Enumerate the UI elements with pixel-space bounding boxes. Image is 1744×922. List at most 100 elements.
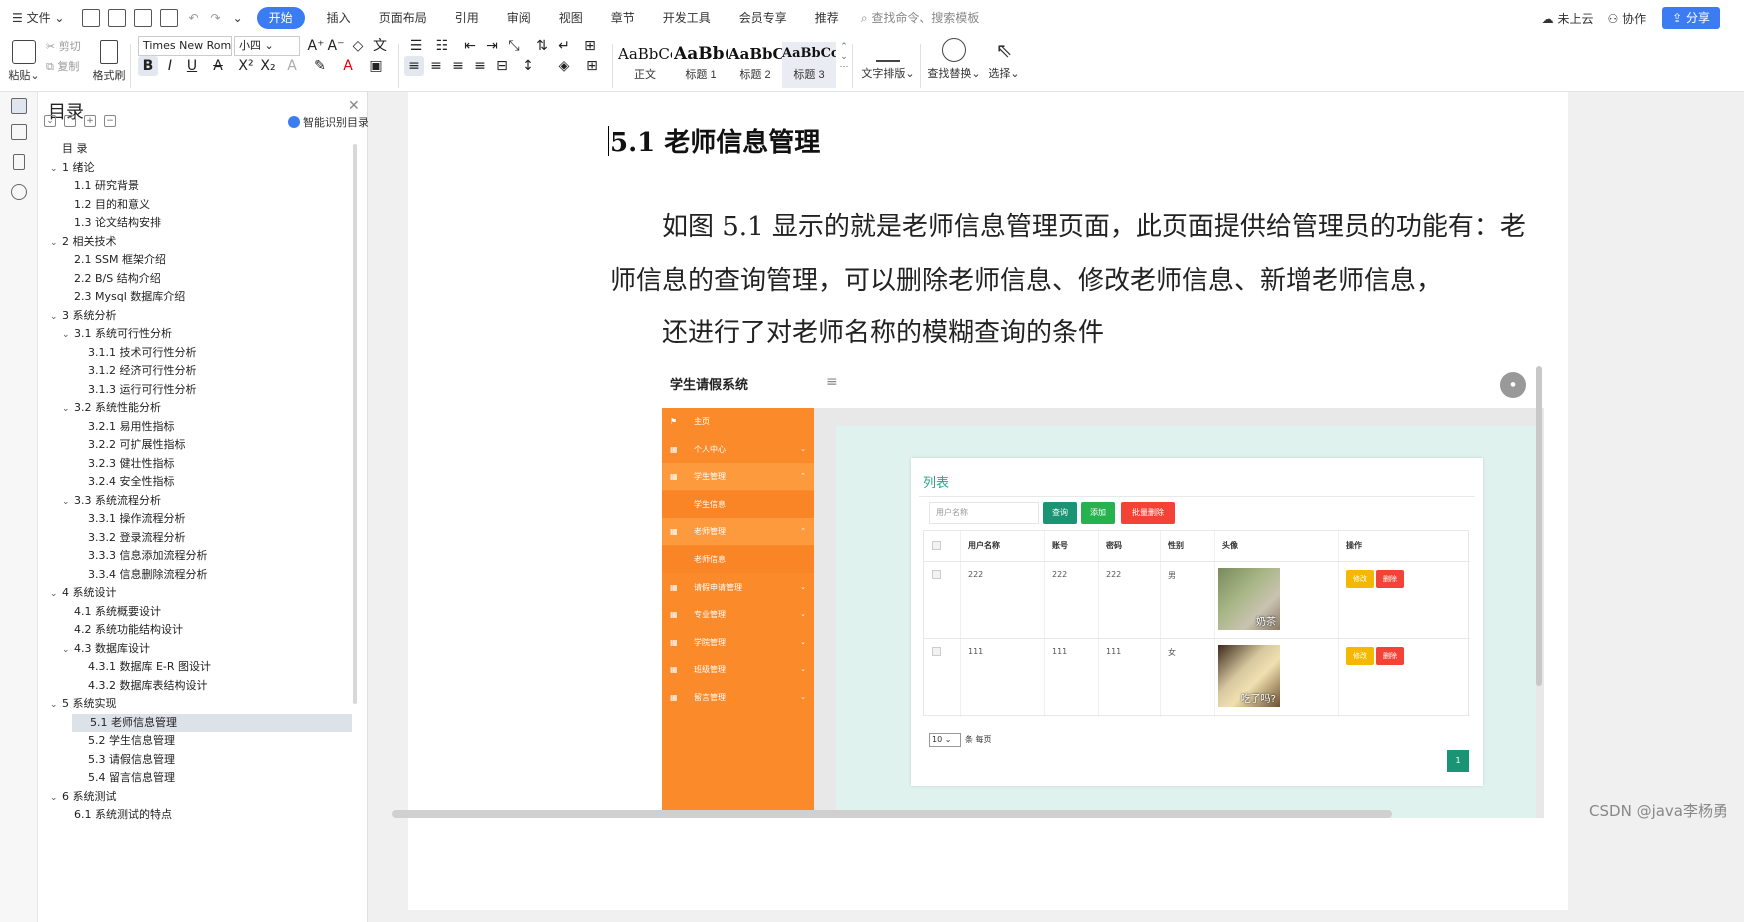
- shrink-font-icon[interactable]: A⁻: [326, 36, 346, 56]
- tab-7[interactable]: 开发工具: [649, 0, 725, 36]
- styles-scroll-icon[interactable]: ⌃ ⌄ ⋯: [838, 42, 850, 88]
- font-name-select[interactable]: Times New Roma ⌄: [138, 36, 232, 56]
- embedded-screenshot[interactable]: 学生请假系统 ≡ ● ⚑ 主页 ▦ 个人中心 ⌄ ▦ 学生管理 ⌃ 学生信息 ▦ 老师管理 ⌃ 老师信息…: [662, 356, 1544, 818]
- paragraph-mark-icon[interactable]: ↵: [554, 36, 574, 56]
- text-direction-icon[interactable]: ⤡: [504, 36, 524, 56]
- print-icon[interactable]: [134, 9, 153, 27]
- outdent-icon[interactable]: ⇤: [460, 36, 480, 56]
- align-left-icon[interactable]: ≡: [404, 56, 424, 76]
- outline-icon[interactable]: [11, 124, 27, 140]
- italic-icon[interactable]: I: [160, 56, 180, 76]
- file-menu[interactable]: ☰ 文件 ⌄: [0, 0, 78, 36]
- toc-item[interactable]: ⌄ 4.3 数据库设计: [38, 640, 352, 658]
- chevron-down-icon[interactable]: ⌄: [50, 160, 62, 178]
- tab-2[interactable]: 页面布局: [365, 0, 441, 36]
- toc-item[interactable]: 3.3.1 操作流程分析: [38, 510, 352, 528]
- toc-item[interactable]: 3.3.3 信息添加流程分析: [38, 547, 352, 565]
- chevron-down-icon[interactable]: ⌄: [62, 641, 74, 659]
- search-command[interactable]: ⌕ 查找命令、搜索模板: [853, 0, 994, 36]
- tab-8[interactable]: 会员专享: [725, 0, 801, 36]
- search-icon[interactable]: [11, 184, 27, 200]
- chevron-down-icon[interactable]: ⌄: [50, 234, 62, 252]
- select-button[interactable]: ⇖ 选择⌄: [984, 38, 1024, 81]
- section-heading[interactable]: 5.1 老师信息管理: [610, 122, 820, 159]
- numbered-list-icon[interactable]: ☷: [432, 36, 452, 56]
- collab-button[interactable]: ⚇ 协作: [1608, 10, 1647, 27]
- toc-item[interactable]: 目 录: [38, 140, 352, 158]
- more-icon[interactable]: ⌄: [227, 0, 249, 36]
- toc-item[interactable]: ⌄ 5 系统实现: [38, 695, 352, 713]
- vertical-scrollbar[interactable]: [1568, 92, 1580, 822]
- style-3[interactable]: AaBbCcl 标题 3: [782, 42, 836, 88]
- expand-icon[interactable]: ⌃: [64, 115, 76, 127]
- chevron-down-icon[interactable]: ⌄: [62, 493, 74, 511]
- toc-item[interactable]: 1.1 研究背景: [38, 177, 352, 195]
- font-size-select[interactable]: 小四 ⌄: [234, 36, 300, 56]
- tab-3[interactable]: 引用: [441, 0, 493, 36]
- toc-item[interactable]: 3.3.2 登录流程分析: [38, 529, 352, 547]
- toc-item[interactable]: ⌄ 4 系统设计: [38, 584, 352, 602]
- paste-button[interactable]: 粘贴⌄: [8, 40, 40, 83]
- toc-item[interactable]: 3.2.1 易用性指标: [38, 418, 352, 436]
- smart-toc-button[interactable]: 智能识别目录: [288, 114, 369, 130]
- bold-icon[interactable]: B: [138, 56, 158, 76]
- grow-font-icon[interactable]: A⁺: [306, 36, 326, 56]
- chevron-down-icon[interactable]: ⌄: [50, 308, 62, 326]
- chevron-down-icon[interactable]: ⌄: [62, 326, 74, 344]
- format-painter-button[interactable]: 格式刷: [92, 40, 126, 83]
- align-center-icon[interactable]: ≡: [426, 56, 446, 76]
- toc-item[interactable]: 1.3 论文结构安排: [38, 214, 352, 232]
- toc-item[interactable]: 3.2.4 安全性指标: [38, 473, 352, 491]
- toc-item[interactable]: 3.1.2 经济可行性分析: [38, 362, 352, 380]
- subscript-icon[interactable]: X₂: [258, 56, 278, 76]
- redo-icon[interactable]: ↷: [205, 0, 227, 36]
- toc-item[interactable]: 2.2 B/S 结构介绍: [38, 270, 352, 288]
- toc-item[interactable]: 4.3.1 数据库 E-R 图设计: [38, 658, 352, 676]
- toc-item[interactable]: 1.2 目的和意义: [38, 196, 352, 214]
- tab-0[interactable]: 开始: [256, 7, 305, 29]
- toc-item[interactable]: ⌄ 3.1 系统可行性分析: [38, 325, 352, 343]
- paragraph-line-1[interactable]: 如图 5.1 显示的就是老师信息管理页面，此页面提供给管理员的功能有：老: [662, 206, 1526, 243]
- close-icon[interactable]: ✕: [348, 98, 360, 114]
- shading-icon[interactable]: ◈: [554, 56, 574, 76]
- toc-item[interactable]: 2.3 Mysql 数据库介绍: [38, 288, 352, 306]
- chevron-down-icon[interactable]: ⌄: [50, 585, 62, 603]
- tab-4[interactable]: 审阅: [493, 0, 545, 36]
- chevron-down-icon[interactable]: ⌄: [62, 400, 74, 418]
- paragraph-line-3[interactable]: 还进行了对老师名称的模糊查询的条件: [662, 312, 1104, 349]
- horizontal-scrollbar[interactable]: [392, 810, 1392, 818]
- copy-button[interactable]: ⧉ 复制: [46, 58, 92, 74]
- remove-heading-icon[interactable]: −: [104, 115, 116, 127]
- add-heading-icon[interactable]: +: [84, 115, 96, 127]
- superscript-icon[interactable]: X²: [236, 56, 256, 76]
- ruler-icon[interactable]: ⊞: [580, 36, 600, 56]
- tab-9[interactable]: 推荐: [801, 0, 853, 36]
- export-icon[interactable]: [108, 9, 127, 27]
- collapse-all-icon[interactable]: ⌄: [44, 115, 56, 127]
- toc-item[interactable]: 5.1 老师信息管理: [72, 713, 352, 732]
- toc-item[interactable]: 4.1 系统概要设计: [38, 603, 352, 621]
- toc-item[interactable]: ⌄ 1 绪论: [38, 159, 352, 177]
- tab-1[interactable]: 插入: [313, 0, 365, 36]
- text-effect-icon[interactable]: A: [282, 56, 302, 76]
- justify-icon[interactable]: ≡: [470, 56, 490, 76]
- style-1[interactable]: AaBb(标题 1: [674, 42, 728, 88]
- find-replace-button[interactable]: 查找替换⌄: [926, 38, 982, 81]
- bullet-list-icon[interactable]: ☰: [406, 36, 426, 56]
- char-border-icon[interactable]: ▣: [366, 56, 386, 76]
- toc-item[interactable]: 4.2 系统功能结构设计: [38, 621, 352, 639]
- toc-item[interactable]: 2.1 SSM 框架介绍: [38, 251, 352, 269]
- save-icon[interactable]: [82, 9, 101, 27]
- pinyin-icon[interactable]: 文: [370, 36, 390, 56]
- chevron-down-icon[interactable]: ⌄: [50, 789, 62, 807]
- preview-icon[interactable]: [160, 9, 179, 27]
- toc-item[interactable]: 4.3.2 数据库表结构设计: [38, 677, 352, 695]
- font-color-icon[interactable]: A: [338, 56, 358, 76]
- highlight-icon[interactable]: ✎: [310, 56, 330, 76]
- toc-item[interactable]: 6.1 系统测试的特点: [38, 806, 352, 824]
- distribute-icon[interactable]: ⊟: [492, 56, 512, 76]
- bookmark-icon[interactable]: [13, 154, 25, 170]
- paragraph-line-2[interactable]: 师信息的查询管理，可以删除老师信息、修改老师信息、新增老师信息，: [610, 260, 1442, 297]
- align-right-icon[interactable]: ≡: [448, 56, 468, 76]
- toc-item[interactable]: ⌄ 3 系统分析: [38, 307, 352, 325]
